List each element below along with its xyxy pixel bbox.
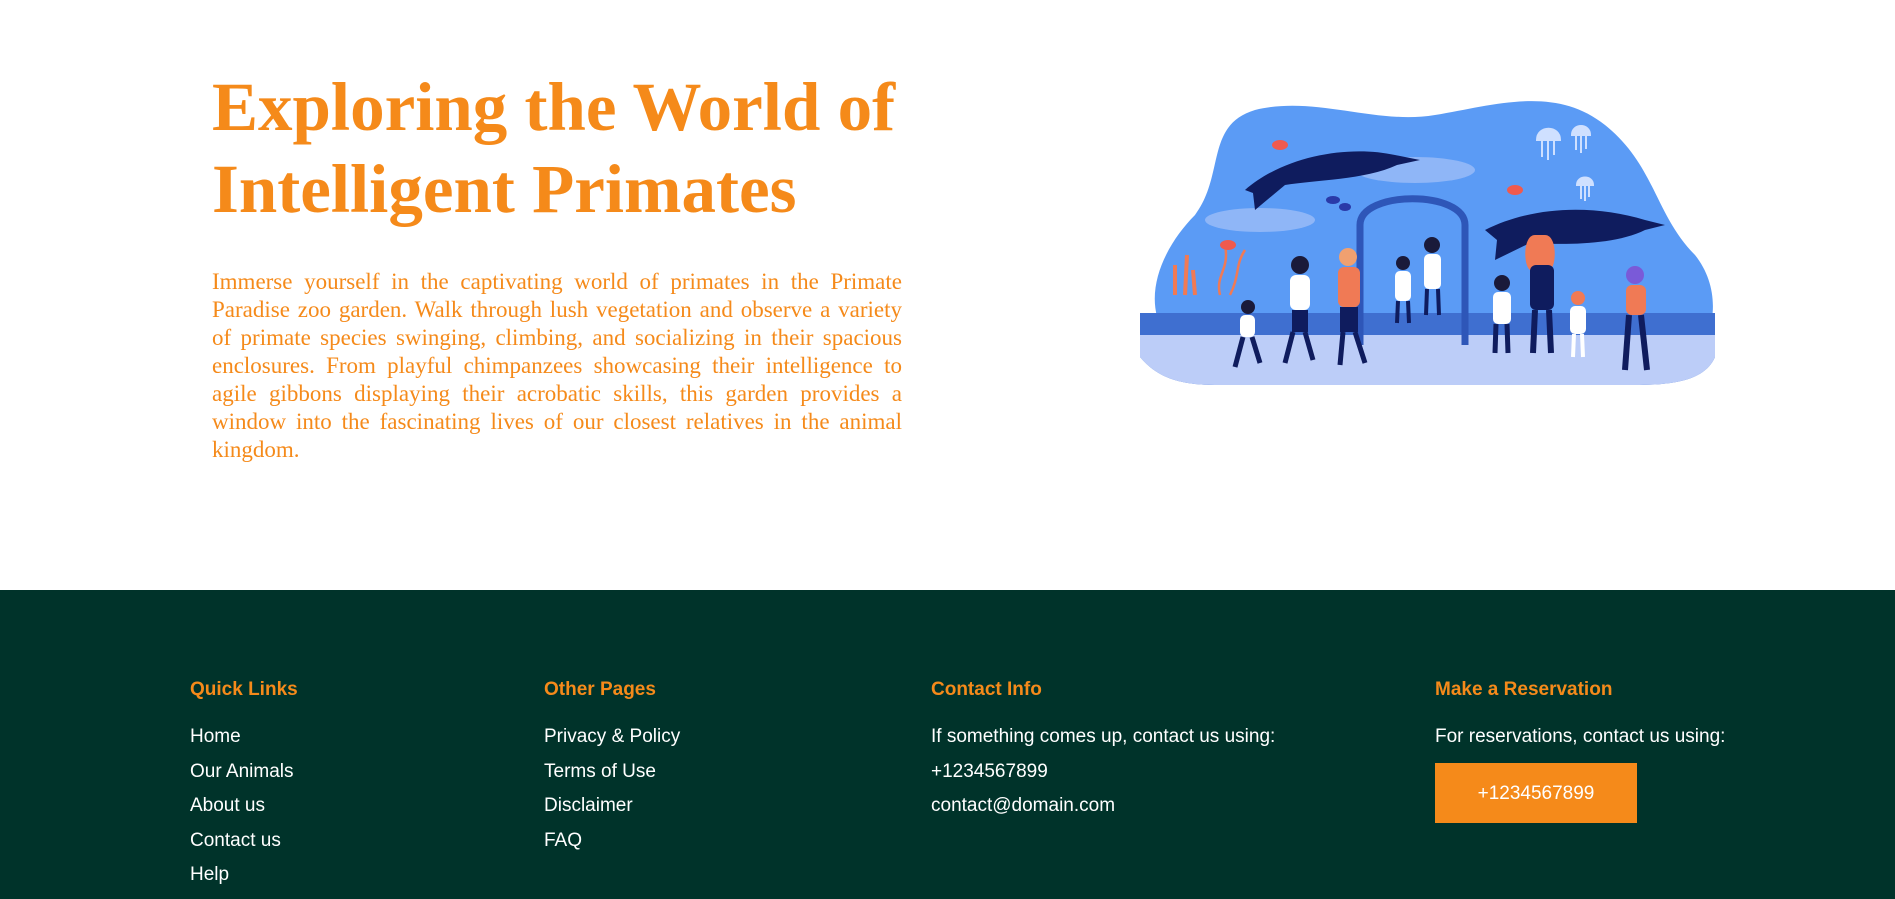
contact-info-column: Contact Info If something comes up, cont… [931, 678, 1275, 829]
contact-phone-link[interactable]: +1234567899 [931, 760, 1275, 784]
contact-intro-text: If something comes up, contact us using: [931, 726, 1276, 747]
footer-link-help[interactable]: Help [190, 863, 298, 887]
reservation-text: For reservations, contact us using: [1435, 726, 1726, 747]
footer-link-contact-us[interactable]: Contact us [190, 829, 298, 853]
quick-links-heading: Quick Links [190, 679, 298, 700]
footer-link-our-animals[interactable]: Our Animals [190, 760, 298, 784]
footer-link-privacy-policy[interactable]: Privacy & Policy [544, 725, 680, 749]
reservation-phone-button[interactable]: +1234567899 [1435, 762, 1637, 823]
footer-link-terms-of-use[interactable]: Terms of Use [544, 760, 680, 784]
contact-info-heading: Contact Info [931, 679, 1042, 700]
reservation-column: Make a Reservation For reservations, con… [1435, 678, 1725, 823]
other-pages-heading: Other Pages [544, 679, 656, 700]
other-pages-column: Other Pages Privacy & Policy Terms of Us… [544, 678, 680, 863]
site-footer: Quick Links Home Our Animals About us Co… [0, 590, 1895, 899]
footer-link-home[interactable]: Home [190, 725, 298, 749]
hero-description: Immerse yourself in the captivating worl… [212, 269, 902, 462]
footer-link-faq[interactable]: FAQ [544, 829, 680, 853]
hero-section: Exploring the World of Intelligent Prima… [0, 0, 1895, 590]
contact-email-link[interactable]: contact@domain.com [931, 794, 1275, 818]
quick-links-column: Quick Links Home Our Animals About us Co… [190, 678, 298, 898]
aquarium-illustration [1140, 101, 1715, 386]
page-title: Exploring the World of Intelligent Prima… [212, 69, 896, 227]
footer-link-disclaimer[interactable]: Disclaimer [544, 794, 680, 818]
reservation-heading: Make a Reservation [1435, 679, 1613, 700]
footer-link-about-us[interactable]: About us [190, 794, 298, 818]
